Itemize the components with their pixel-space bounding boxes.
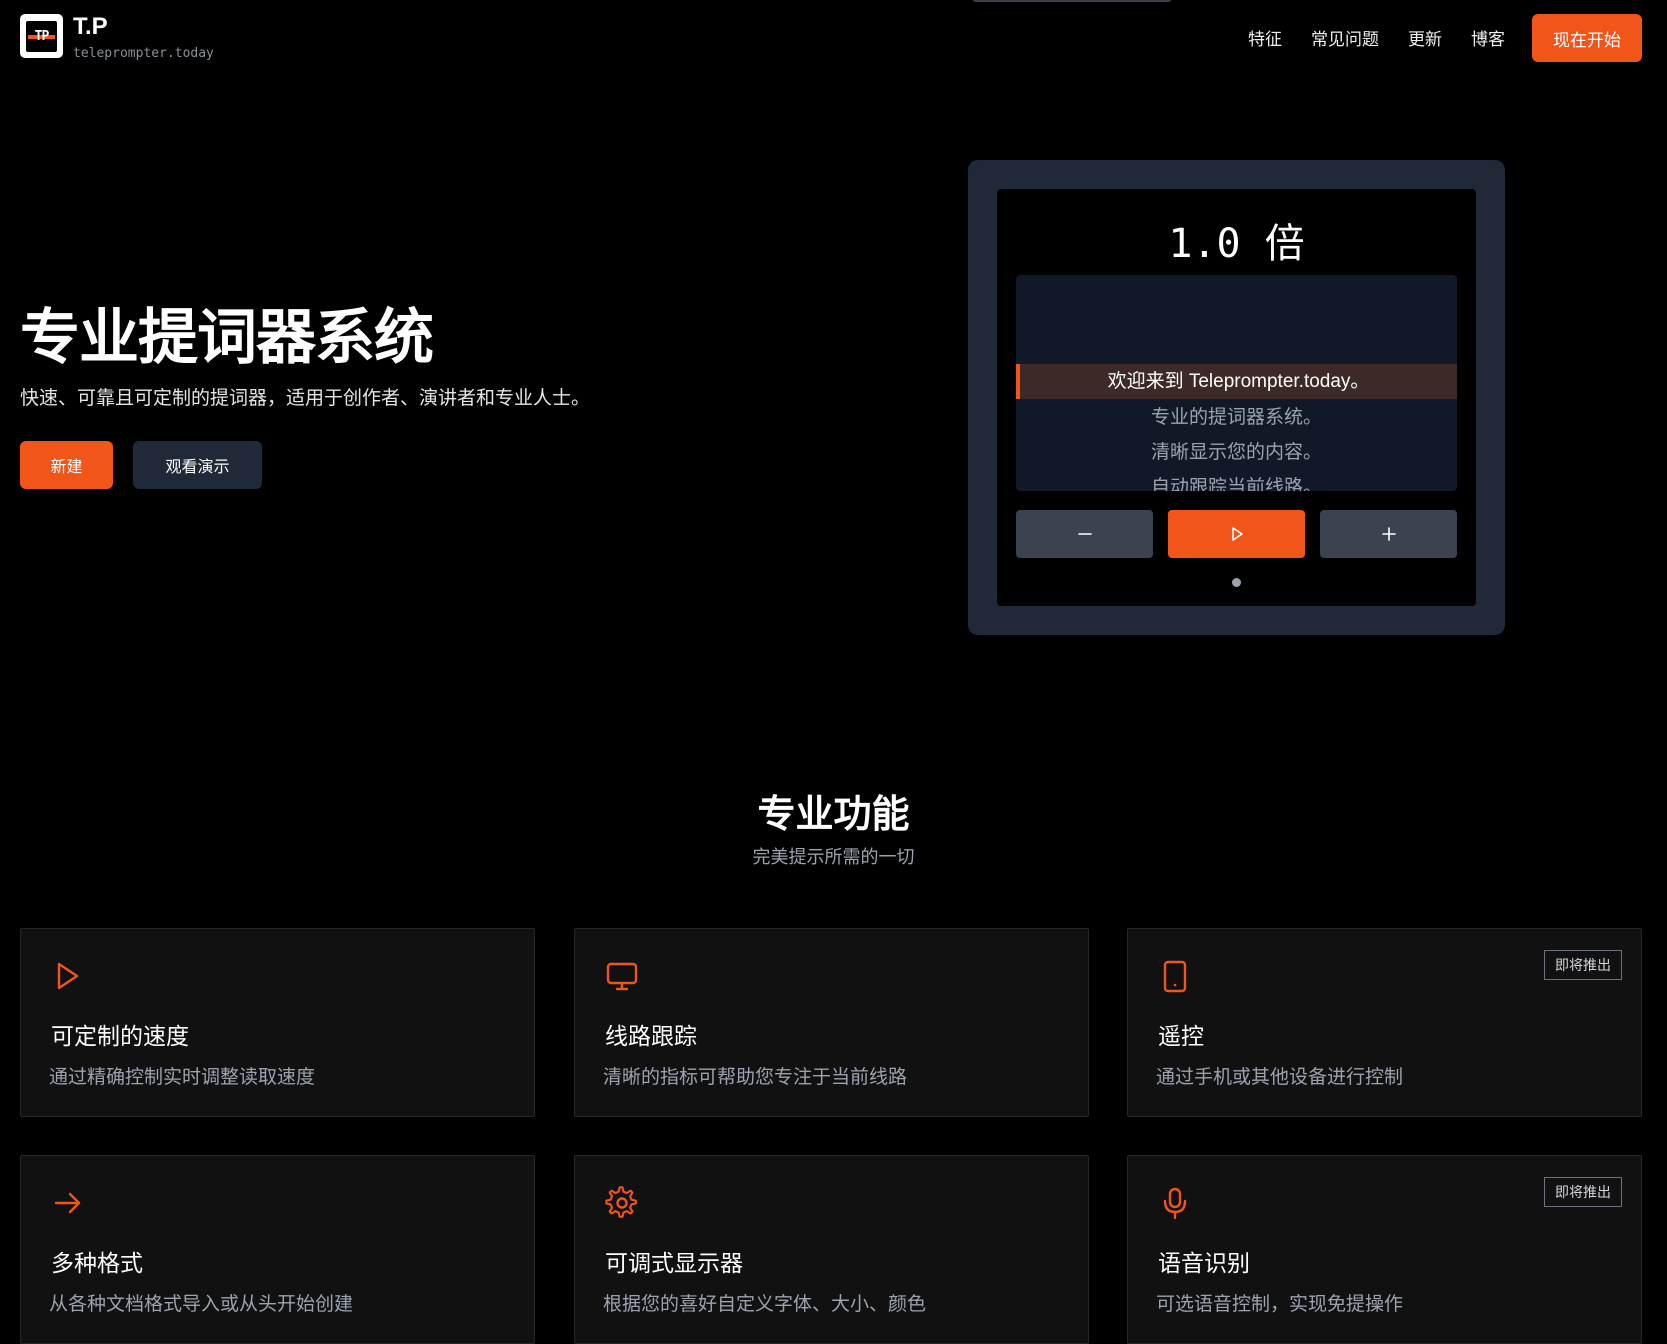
hero-title: 专业提词器系统 <box>20 304 434 371</box>
script-line: 自动跟踪当前线路。 <box>1150 477 1322 491</box>
features-title: 专业功能 <box>757 794 910 836</box>
brand-logo-link[interactable]: TP T.P teleprompter.today <box>20 14 214 61</box>
tablet-icon <box>1163 960 1187 993</box>
hero-subtitle: 快速、可靠且可定制的提词器，适用于创作者、演讲者和专业人士。 <box>20 388 591 409</box>
play-icon <box>1231 527 1243 541</box>
feature-card-speed: 可定制的速度 通过精确控制实时调整读取速度 <box>20 928 535 1117</box>
prompter-screen: 1.0 倍 欢迎来到 Teleprompter.today。 专业的提词器系统。… <box>997 189 1476 606</box>
features-subtitle: 完美提示所需的一切 <box>752 847 915 867</box>
microphone-icon <box>1163 1187 1187 1220</box>
arrow-right-icon <box>54 1192 81 1214</box>
nav-link-faq[interactable]: 常见问题 <box>1311 25 1379 50</box>
play-button[interactable] <box>1168 510 1305 558</box>
feature-title: 多种格式 <box>51 1250 143 1276</box>
increase-speed-button[interactable] <box>1320 510 1457 558</box>
feature-card-formats: 多种格式 从各种文档格式导入或从头开始创建 <box>20 1155 535 1344</box>
feature-title: 线路跟踪 <box>605 1023 697 1049</box>
script-line: 专业的提词器系统。 <box>1150 407 1322 428</box>
new-button[interactable]: 新建 <box>20 441 113 489</box>
watch-demo-button[interactable]: 观看演示 <box>133 441 262 489</box>
coming-soon-badge: 即将推出 <box>1544 950 1622 980</box>
logo-text: TP <box>34 28 50 44</box>
feature-card-line-tracking: 线路跟踪 清晰的指标可帮助您专注于当前线路 <box>574 928 1089 1117</box>
script-line: 清晰显示您的内容。 <box>1150 442 1322 463</box>
minus-icon <box>1077 533 1092 535</box>
start-now-button[interactable]: 现在开始 <box>1532 14 1642 62</box>
plus-icon <box>1381 527 1396 541</box>
feature-desc: 清晰的指标可帮助您专注于当前线路 <box>603 1067 908 1088</box>
logo-icon: TP <box>20 14 63 58</box>
nav-links: 特征 常见问题 更新 博客 <box>1248 25 1534 50</box>
feature-title: 可定制的速度 <box>51 1023 189 1049</box>
monitor-icon <box>606 962 638 991</box>
play-icon <box>57 962 79 990</box>
feature-title: 语音识别 <box>1158 1250 1250 1276</box>
teleprompter-preview: 1.0 倍 欢迎来到 Teleprompter.today。 专业的提词器系统。… <box>968 160 1505 635</box>
feature-card-remote: 遥控 通过手机或其他设备进行控制 即将推出 <box>1127 928 1642 1117</box>
top-scroll-indicator <box>972 0 1172 2</box>
feature-card-voice: 语音识别 可选语音控制，实现免提操作 即将推出 <box>1127 1155 1642 1344</box>
page-indicator-dot[interactable] <box>1232 578 1241 587</box>
script-line-active: 欢迎来到 Teleprompter.today。 <box>1016 364 1457 399</box>
feature-desc: 通过精确控制实时调整读取速度 <box>49 1067 316 1088</box>
navbar: TP T.P teleprompter.today 特征 常见问题 更新 博客 … <box>0 0 1667 80</box>
nav-link-updates[interactable]: 更新 <box>1408 25 1442 50</box>
feature-card-display: 可调式显示器 根据您的喜好自定义字体、大小、颜色 <box>574 1155 1089 1344</box>
gear-icon <box>605 1186 637 1218</box>
feature-title: 可调式显示器 <box>605 1250 743 1276</box>
brand-domain: teleprompter.today <box>73 46 214 61</box>
nav-link-features[interactable]: 特征 <box>1248 25 1282 50</box>
feature-title: 遥控 <box>1158 1023 1204 1049</box>
feature-desc: 通过手机或其他设备进行控制 <box>1156 1067 1404 1088</box>
brand-title: T.P <box>73 13 108 40</box>
decrease-speed-button[interactable] <box>1016 510 1153 558</box>
coming-soon-badge: 即将推出 <box>1544 1177 1622 1207</box>
speed-display: 1.0 倍 <box>1168 221 1305 267</box>
script-area[interactable]: 欢迎来到 Teleprompter.today。 专业的提词器系统。 清晰显示您… <box>1016 275 1457 491</box>
nav-link-blog[interactable]: 博客 <box>1471 25 1505 50</box>
